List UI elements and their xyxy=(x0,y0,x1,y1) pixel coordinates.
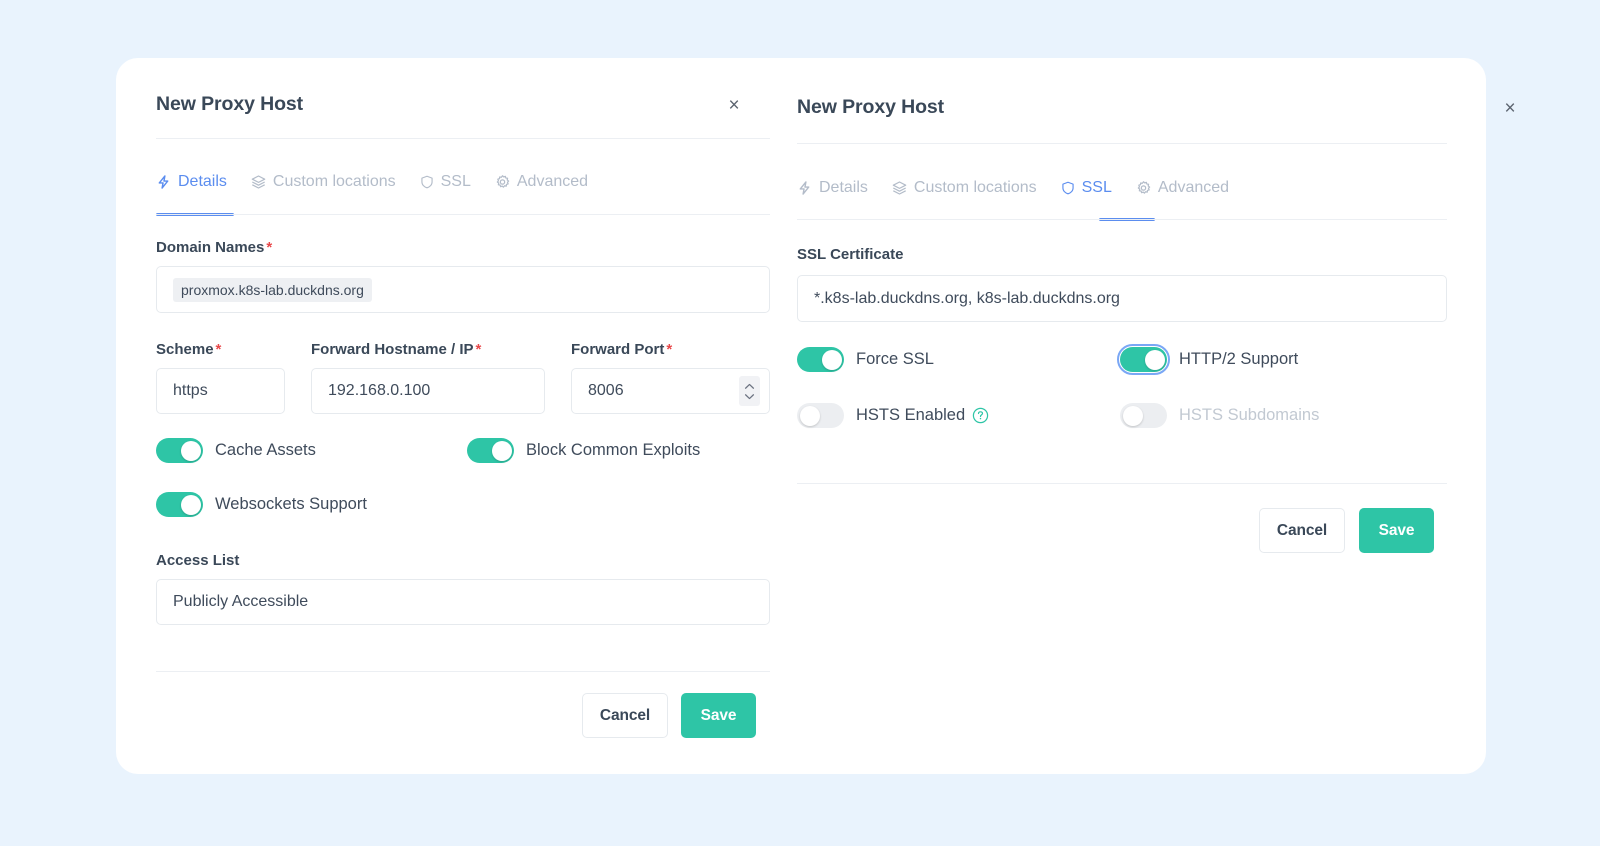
shield-icon xyxy=(1061,180,1075,196)
layers-icon xyxy=(251,174,266,190)
forward-port-input[interactable]: 8006 xyxy=(571,368,770,414)
domain-names-input[interactable]: proxmox.k8s-lab.duckdns.org xyxy=(156,266,770,313)
left-tab-ssl-label: SSL xyxy=(440,173,471,190)
layers-icon xyxy=(892,180,907,196)
left-tab-details[interactable]: Details xyxy=(156,173,227,193)
force-ssl-toggle[interactable] xyxy=(797,347,844,372)
right-tab-custom-locations-label: Custom locations xyxy=(913,179,1037,196)
ssl-certificate-select[interactable]: *.k8s-lab.duckdns.org, k8s-lab.duckdns.o… xyxy=(797,275,1447,322)
gear-icon xyxy=(1136,180,1151,196)
left-tab-bar: Details Custom locations SSL Advanced xyxy=(156,163,588,203)
block-common-exploits-toggle-row[interactable]: Block Common Exploits xyxy=(467,438,700,463)
cache-assets-toggle-row[interactable]: Cache Assets xyxy=(156,438,316,463)
forward-hostname-label: Forward Hostname / IP * xyxy=(311,341,482,358)
shield-icon xyxy=(420,174,434,190)
hsts-enabled-label: HSTS Enabled xyxy=(856,406,989,425)
left-tab-advanced[interactable]: Advanced xyxy=(495,173,588,193)
left-dialog-title: New Proxy Host xyxy=(156,93,304,115)
help-circle-icon[interactable] xyxy=(972,407,989,424)
domain-names-required: * xyxy=(266,239,273,256)
forward-port-stepper[interactable] xyxy=(739,376,760,406)
right-tab-ssl[interactable]: SSL xyxy=(1061,179,1112,199)
right-proxy-host-dialog: New Proxy Host × Details Custom location… xyxy=(781,58,1516,774)
gear-icon xyxy=(495,174,510,190)
domain-name-chip[interactable]: proxmox.k8s-lab.duckdns.org xyxy=(173,277,372,302)
left-close-icon[interactable]: × xyxy=(721,92,747,118)
left-save-button[interactable]: Save xyxy=(681,693,756,738)
forward-port-required: * xyxy=(666,341,673,358)
right-tab-bar: Details Custom locations SSL Advanced xyxy=(797,169,1229,209)
left-header-divider xyxy=(156,138,770,139)
left-tab-advanced-label: Advanced xyxy=(516,173,589,190)
websockets-support-toggle[interactable] xyxy=(156,492,203,517)
http2-support-toggle-row[interactable]: HTTP/2 Support xyxy=(1117,344,1299,375)
hsts-subdomains-toggle[interactable] xyxy=(1120,403,1167,428)
cache-assets-label: Cache Assets xyxy=(215,441,316,459)
ssl-certificate-label: SSL Certificate xyxy=(797,246,904,263)
forward-port-label: Forward Port * xyxy=(571,341,673,358)
right-tab-ssl-label: SSL xyxy=(1081,179,1112,196)
right-tab-advanced[interactable]: Advanced xyxy=(1136,179,1229,199)
forward-port-value: 8006 xyxy=(588,382,624,399)
right-footer-divider xyxy=(797,483,1447,484)
block-common-exploits-toggle[interactable] xyxy=(467,438,514,463)
right-tabs-divider xyxy=(797,219,1447,220)
right-tab-custom-locations[interactable]: Custom locations xyxy=(892,179,1037,199)
scheme-select[interactable]: https xyxy=(156,368,285,414)
http2-support-toggle[interactable] xyxy=(1117,344,1170,375)
force-ssl-label: Force SSL xyxy=(856,350,934,368)
right-tab-advanced-label: Advanced xyxy=(1157,179,1230,196)
left-tab-custom-locations-label: Custom locations xyxy=(272,173,396,190)
forward-hostname-required: * xyxy=(475,341,482,358)
left-tabs-divider xyxy=(156,214,770,215)
http2-support-label: HTTP/2 Support xyxy=(1179,350,1299,368)
forward-hostname-input[interactable]: 192.168.0.100 xyxy=(311,368,545,414)
access-list-label: Access List xyxy=(156,552,240,569)
force-ssl-toggle-row[interactable]: Force SSL xyxy=(797,347,934,372)
websockets-support-toggle-row[interactable]: Websockets Support xyxy=(156,492,367,517)
lightning-icon xyxy=(156,174,171,190)
right-tab-details-label: Details xyxy=(819,179,868,196)
left-footer-divider xyxy=(156,671,770,672)
right-close-icon[interactable]: × xyxy=(1497,95,1523,121)
right-cancel-button[interactable]: Cancel xyxy=(1259,508,1345,553)
hsts-subdomains-label: HSTS Subdomains xyxy=(1179,406,1320,424)
left-cancel-button[interactable]: Cancel xyxy=(582,693,668,738)
scheme-label: Scheme * xyxy=(156,341,222,358)
left-tab-ssl[interactable]: SSL xyxy=(420,173,471,193)
block-common-exploits-label: Block Common Exploits xyxy=(526,441,701,459)
lightning-icon xyxy=(797,180,812,196)
hsts-enabled-toggle[interactable] xyxy=(797,403,844,428)
left-proxy-host-dialog: New Proxy Host × Details Custom location… xyxy=(138,58,788,774)
domain-names-label: Domain Names * xyxy=(156,239,273,256)
right-tab-details[interactable]: Details xyxy=(797,179,868,199)
websockets-support-label: Websockets Support xyxy=(215,495,367,513)
modal-card: New Proxy Host × Details Custom location… xyxy=(116,58,1516,774)
right-dialog-title: New Proxy Host xyxy=(797,96,945,118)
hsts-enabled-toggle-row[interactable]: HSTS Enabled xyxy=(797,403,989,428)
left-tab-custom-locations[interactable]: Custom locations xyxy=(251,173,396,193)
right-save-button[interactable]: Save xyxy=(1359,508,1434,553)
scheme-required: * xyxy=(215,341,222,358)
right-header-divider xyxy=(797,143,1447,144)
hsts-subdomains-toggle-row[interactable]: HSTS Subdomains xyxy=(1120,403,1319,428)
left-tab-details-label: Details xyxy=(178,173,227,190)
access-list-select[interactable]: Publicly Accessible xyxy=(156,579,770,625)
cache-assets-toggle[interactable] xyxy=(156,438,203,463)
